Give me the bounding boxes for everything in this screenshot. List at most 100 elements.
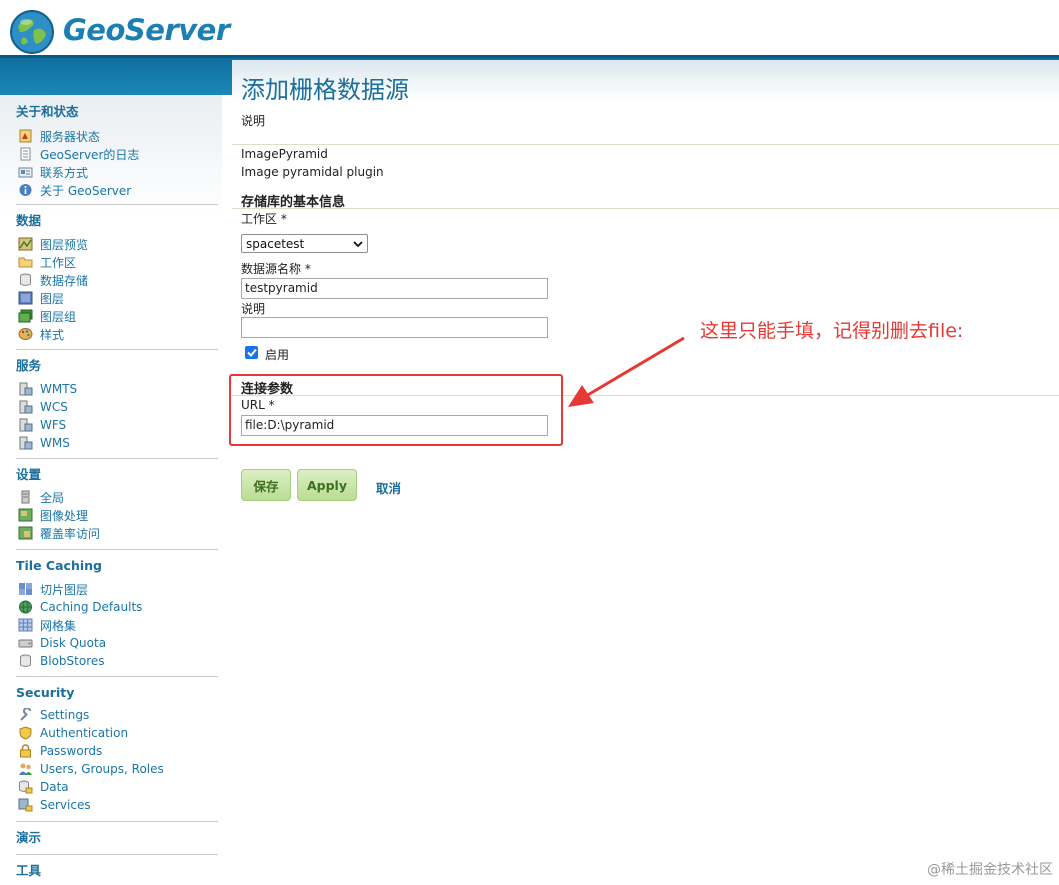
nav-item-layers[interactable]: 图层 bbox=[16, 289, 218, 307]
palette-icon bbox=[18, 328, 33, 340]
nav-item-tile-layers[interactable]: 切片图层 bbox=[16, 580, 218, 598]
nav-item-workspaces[interactable]: 工作区 bbox=[16, 253, 218, 271]
cancel-link[interactable]: 取消 bbox=[376, 478, 401, 497]
nav-item-label: WMS bbox=[40, 436, 70, 450]
grid-icon bbox=[18, 618, 33, 632]
globe-icon bbox=[19, 600, 32, 614]
workspace-label: 工作区 * bbox=[241, 212, 287, 226]
tile-layer-icon bbox=[19, 583, 32, 595]
nav-item-wms[interactable]: WMS bbox=[16, 434, 218, 452]
nav-item-wfs[interactable]: WFS bbox=[16, 416, 218, 434]
nav-item-label: 联系方式 bbox=[40, 165, 89, 180]
nav-item-blobstores[interactable]: BlobStores bbox=[16, 652, 218, 670]
nav-item-services-security[interactable]: Services bbox=[16, 796, 218, 814]
nav-section-title: 数据 bbox=[16, 213, 42, 228]
nav-item-label: Users, Groups, Roles bbox=[40, 762, 164, 776]
nav-item-users-groups-roles[interactable]: Users, Groups, Roles bbox=[16, 760, 218, 778]
nav-item-image-processing[interactable]: 图像处理 bbox=[16, 506, 218, 524]
save-button[interactable]: 保存 bbox=[241, 469, 291, 501]
annotation-arrow-icon bbox=[568, 336, 685, 407]
nav-item-label: 样式 bbox=[40, 327, 65, 342]
nav-item-authentication[interactable]: Authentication bbox=[16, 724, 218, 742]
nav-item-label: 服务器状态 bbox=[40, 129, 101, 144]
nav-item-stores[interactable]: 数据存储 bbox=[16, 271, 218, 289]
nav-item-label: Data bbox=[40, 780, 69, 794]
nav-item-label: GeoServer的日志 bbox=[40, 147, 140, 162]
nav-item-caching-defaults[interactable]: Caching Defaults bbox=[16, 598, 218, 616]
description-input[interactable] bbox=[241, 317, 548, 338]
nav-item-label: 网格集 bbox=[40, 618, 77, 633]
nav-item-label: Settings bbox=[40, 708, 90, 722]
store-name-input[interactable]: testpyramid bbox=[241, 278, 548, 299]
logo-area: GeoServer bbox=[0, 0, 1059, 55]
nav-item-global[interactable]: 全局 bbox=[16, 488, 218, 506]
nav-item-label: 切片图层 bbox=[40, 582, 89, 597]
nav-section-services: 服务 WMTS WCS WFS WMS bbox=[16, 357, 218, 452]
nav-item-coverage-access[interactable]: 覆盖率访问 bbox=[16, 524, 218, 542]
nav-section-tools[interactable]: 工具 bbox=[16, 862, 218, 880]
nav-item-styles[interactable]: 样式 bbox=[16, 325, 218, 343]
nav-item-label: 关于 GeoServer bbox=[40, 183, 132, 198]
logo-text[interactable]: GeoServer bbox=[63, 13, 230, 47]
nav-item-label: WMTS bbox=[40, 382, 78, 396]
nav-item-label: 工作区 bbox=[40, 255, 77, 270]
nav-item-label: 图层 bbox=[40, 291, 65, 306]
service-icon bbox=[19, 382, 33, 396]
nav-section-settings: 设置 全局 图像处理 覆盖率访问 bbox=[16, 466, 218, 542]
nav-item-layer-preview[interactable]: 图层预览 bbox=[16, 235, 218, 253]
nav-item-layer-groups[interactable]: 图层组 bbox=[16, 307, 218, 325]
chevron-down-icon bbox=[353, 240, 363, 247]
nav-section-tile-caching: Tile Caching 切片图层 Caching Defaults 网格集 D… bbox=[16, 557, 218, 670]
workspace-selected-value: spacetest bbox=[246, 236, 305, 251]
store-name-label: 数据源名称 * bbox=[241, 262, 311, 276]
service-icon bbox=[19, 418, 33, 432]
nav-section-data: 数据 图层预览 工作区 数据存储 图层 图层组 样式 bbox=[16, 212, 218, 343]
nav-section-title: 设置 bbox=[16, 467, 42, 482]
nav-item-label: Disk Quota bbox=[40, 636, 107, 650]
nav-item-label: 全局 bbox=[40, 490, 65, 505]
nav-item-wmts[interactable]: WMTS bbox=[16, 380, 218, 398]
nav-item-wcs[interactable]: WCS bbox=[16, 398, 218, 416]
nav-item-gridsets[interactable]: 网格集 bbox=[16, 616, 218, 634]
blobstore-icon bbox=[20, 654, 31, 667]
nav-item-label: Passwords bbox=[40, 744, 103, 758]
nav-item-data-security[interactable]: Data bbox=[16, 778, 218, 796]
page-description: 说明 bbox=[241, 114, 266, 128]
nav-item-label: Authentication bbox=[40, 726, 129, 740]
nav-divider bbox=[16, 204, 218, 205]
nav-item-label: WCS bbox=[40, 400, 68, 414]
enabled-checkbox[interactable] bbox=[245, 346, 258, 359]
nav-item-disk-quota[interactable]: Disk Quota bbox=[16, 634, 218, 652]
contact-icon bbox=[18, 167, 33, 178]
layer-group-icon bbox=[18, 309, 33, 323]
apply-button[interactable]: Apply bbox=[297, 469, 357, 501]
nav-section-title: Tile Caching bbox=[16, 558, 102, 573]
nav-item-logs[interactable]: GeoServer的日志 bbox=[16, 145, 218, 163]
nav-item-contact[interactable]: 联系方式 bbox=[16, 163, 218, 181]
store-type-description: Image pyramidal plugin bbox=[241, 165, 384, 179]
workspace-select[interactable]: spacetest bbox=[241, 234, 368, 253]
nav-item-label: 图层组 bbox=[40, 309, 77, 324]
watermark: @稀土掘金技术社区 bbox=[927, 862, 1053, 878]
nav-section-title: 服务 bbox=[16, 358, 42, 373]
nav-section-title: Security bbox=[16, 685, 75, 700]
disk-icon bbox=[18, 639, 33, 648]
nav-item-label: 图像处理 bbox=[40, 508, 89, 523]
nav-item-label: BlobStores bbox=[40, 654, 105, 668]
nav-section-about: 关于和状态 服务器状态 GeoServer的日志 联系方式 关于 GeoServ… bbox=[16, 103, 218, 199]
annotation-text: 这里只能手填，记得别删去file: bbox=[700, 320, 964, 342]
nav-divider bbox=[16, 854, 218, 855]
nav-item-passwords[interactable]: Passwords bbox=[16, 742, 218, 760]
nav-item-security-settings[interactable]: Settings bbox=[16, 706, 218, 724]
nav-item-about[interactable]: 关于 GeoServer bbox=[16, 181, 218, 199]
nav-section-demos[interactable]: 演示 bbox=[16, 829, 218, 847]
nav-divider bbox=[16, 458, 218, 459]
nav-item-label: Services bbox=[40, 798, 91, 812]
checkmark-icon bbox=[246, 348, 257, 357]
service-icon bbox=[19, 436, 33, 450]
nav-divider bbox=[16, 821, 218, 822]
nav-item-label: Caching Defaults bbox=[40, 600, 143, 614]
nav-divider bbox=[16, 676, 218, 677]
enabled-label: 启用 bbox=[265, 348, 290, 362]
nav-item-server-status[interactable]: 服务器状态 bbox=[16, 127, 218, 145]
